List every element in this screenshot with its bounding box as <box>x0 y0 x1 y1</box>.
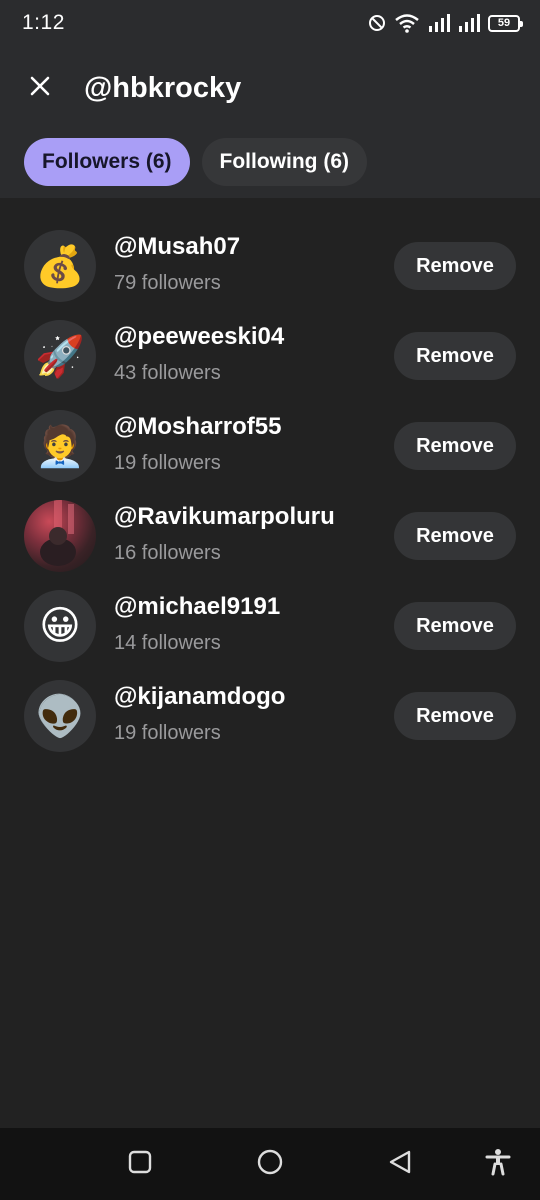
list-item: 🚀 @peeweeski04 43 followers Remove <box>0 288 540 392</box>
back-icon <box>387 1149 413 1180</box>
header: @hbkrocky Followers (6) Following (6) <box>0 46 540 198</box>
do-not-disturb-icon <box>368 14 386 32</box>
list-item: 👽 @kijanamdogo 19 followers Remove <box>0 648 540 752</box>
username[interactable]: @Musah07 <box>114 232 240 262</box>
remove-button[interactable]: Remove <box>394 422 516 470</box>
back-button[interactable] <box>382 1146 418 1182</box>
remove-button[interactable]: Remove <box>394 602 516 650</box>
home-button[interactable] <box>252 1146 288 1182</box>
list-item: 💰 @Musah07 79 followers Remove <box>0 198 540 302</box>
remove-button[interactable]: Remove <box>394 332 516 380</box>
close-icon <box>29 75 51 102</box>
battery-level: 59 <box>497 16 511 29</box>
list-item: 🧑‍💼 @Mosharrof55 19 followers Remove <box>0 378 540 482</box>
remove-button[interactable]: Remove <box>394 512 516 560</box>
avatar[interactable]: 👽 <box>24 680 96 752</box>
signal-icon <box>428 13 450 33</box>
navigation-bar <box>0 1128 540 1200</box>
signal-icon <box>458 13 480 33</box>
follower-count: 19 followers <box>114 722 221 744</box>
status-bar: 1:12 59 <box>0 0 540 46</box>
accessibility-icon <box>485 1148 511 1181</box>
list-item: @Ravikumarpoluru 16 followers Remove <box>0 468 540 572</box>
tabs: Followers (6) Following (6) <box>24 138 368 186</box>
recents-icon <box>128 1150 152 1179</box>
recents-button[interactable] <box>122 1146 158 1182</box>
wifi-icon <box>394 13 420 33</box>
accessibility-button[interactable] <box>480 1146 516 1182</box>
close-button[interactable] <box>22 70 58 106</box>
tab-following[interactable]: Following (6) <box>201 138 368 186</box>
username[interactable]: @kijanamdogo <box>114 682 285 712</box>
followers-list: 💰 @Musah07 79 followers Remove 🚀 @peewee… <box>0 198 540 752</box>
remove-button[interactable]: Remove <box>394 692 516 740</box>
followers-screen: 1:12 59 @hbkrocky Followers (6) Followin… <box>0 0 540 1200</box>
status-icons: 59 <box>368 13 523 33</box>
page-title: @hbkrocky <box>84 72 242 104</box>
home-icon <box>256 1148 284 1181</box>
username[interactable]: @michael9191 <box>114 592 280 622</box>
username[interactable]: @Mosharrof55 <box>114 412 281 442</box>
username[interactable]: @Ravikumarpoluru <box>114 502 335 532</box>
status-time: 1:12 <box>22 11 65 34</box>
remove-button[interactable]: Remove <box>394 242 516 290</box>
username[interactable]: @peeweeski04 <box>114 322 284 352</box>
list-item: 😀 @michael9191 14 followers Remove <box>0 558 540 662</box>
tab-followers[interactable]: Followers (6) <box>24 138 190 186</box>
battery-icon: 59 <box>488 14 523 32</box>
